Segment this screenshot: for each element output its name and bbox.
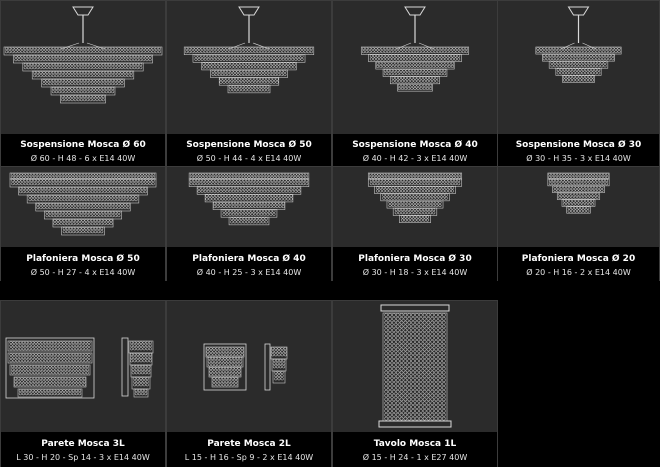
product-name: Tavolo Mosca 1L: [373, 439, 457, 449]
product-name: Sospensione Mosca Ø 40: [352, 140, 478, 150]
product-tile-tavolo-1l[interactable]: Tavolo Mosca 1L Ø 15 - H 24 - 1 x E27 40…: [332, 300, 498, 467]
product-name: Sospensione Mosca Ø 60: [20, 140, 146, 150]
product-tile-plafoniera-20[interactable]: Plafoniera Mosca Ø 20 Ø 20 - H 16 - 2 x …: [497, 166, 660, 281]
product-caption: Plafoniera Mosca Ø 50 Ø 50 - H 27 - 4 x …: [1, 247, 165, 281]
ceiling-lamp-icon: [188, 172, 310, 226]
product-spec: Ø 40 - H 42 - 3 x E14 40W: [362, 154, 468, 163]
product-name: Parete Mosca 3L: [41, 439, 125, 449]
product-caption: Plafoniera Mosca Ø 40 Ø 40 - H 25 - 3 x …: [167, 247, 331, 281]
ceiling-lamp-icon: [547, 172, 610, 214]
product-name: Sospensione Mosca Ø 50: [186, 140, 312, 150]
product-caption: Sospensione Mosca Ø 30 Ø 30 - H 35 - 3 x…: [498, 134, 659, 166]
product-name: Plafoniera Mosca Ø 50: [26, 254, 140, 264]
product-spec: L 30 - H 20 - Sp 14 - 3 x E14 40W: [16, 453, 150, 462]
product-tile-sospensione-60[interactable]: Sospensione Mosca Ø 60 Ø 60 - H 48 - 6 x…: [0, 0, 166, 166]
product-tile-parete-3l[interactable]: Parete Mosca 3L L 30 - H 20 - Sp 14 - 3 …: [0, 300, 166, 467]
product-caption: Plafoniera Mosca Ø 20 Ø 20 - H 16 - 2 x …: [498, 247, 659, 281]
product-caption: Sospensione Mosca Ø 40 Ø 40 - H 42 - 3 x…: [333, 134, 497, 166]
wall-lamp-icon: [5, 337, 154, 399]
product-tile-sospensione-40[interactable]: Sospensione Mosca Ø 40 Ø 40 - H 42 - 3 x…: [332, 0, 498, 166]
product-tile-parete-2l[interactable]: Parete Mosca 2L L 15 - H 16 - Sp 9 - 2 x…: [166, 300, 332, 467]
product-spec: Ø 50 - H 27 - 4 x E14 40W: [30, 268, 136, 277]
product-caption: Tavolo Mosca 1L Ø 15 - H 24 - 1 x E27 40…: [333, 432, 497, 467]
product-caption: Plafoniera Mosca Ø 30 Ø 30 - H 18 - 3 x …: [333, 247, 497, 281]
product-catalog-grid: Sospensione Mosca Ø 60 Ø 60 - H 48 - 6 x…: [0, 0, 660, 467]
product-spec: Ø 30 - H 35 - 3 x E14 40W: [526, 154, 631, 163]
product-name: Plafoniera Mosca Ø 40: [192, 254, 306, 264]
product-name: Sospensione Mosca Ø 30: [515, 140, 642, 150]
product-caption: Sospensione Mosca Ø 50 Ø 50 - H 44 - 4 x…: [167, 134, 331, 166]
product-spec: Ø 30 - H 18 - 3 x E14 40W: [362, 268, 468, 277]
product-tile-sospensione-50[interactable]: Sospensione Mosca Ø 50 Ø 50 - H 44 - 4 x…: [166, 0, 332, 166]
product-tile-sospensione-30[interactable]: Sospensione Mosca Ø 30 Ø 30 - H 35 - 3 x…: [497, 0, 660, 166]
product-caption: Parete Mosca 3L L 30 - H 20 - Sp 14 - 3 …: [1, 432, 165, 467]
product-caption: Sospensione Mosca Ø 60 Ø 60 - H 48 - 6 x…: [1, 134, 165, 166]
product-name: Plafoniera Mosca Ø 30: [358, 254, 472, 264]
product-tile-plafoniera-30[interactable]: Plafoniera Mosca Ø 30 Ø 30 - H 18 - 3 x …: [332, 166, 498, 281]
product-spec: Ø 50 - H 44 - 4 x E14 40W: [196, 154, 302, 163]
product-name: Plafoniera Mosca Ø 20: [521, 254, 636, 264]
suspension-chandelier-icon: [360, 6, 470, 92]
wall-lamp-icon: [203, 343, 288, 391]
product-spec: Ø 40 - H 25 - 3 x E14 40W: [196, 268, 302, 277]
suspension-chandelier-icon: [535, 6, 622, 83]
product-tile-plafoniera-40[interactable]: Plafoniera Mosca Ø 40 Ø 40 - H 25 - 3 x …: [166, 166, 332, 281]
product-spec: Ø 60 - H 48 - 6 x E14 40W: [30, 154, 136, 163]
product-spec: Ø 15 - H 24 - 1 x E27 40W: [362, 453, 468, 462]
table-lamp-icon: [378, 304, 452, 428]
product-spec: L 15 - H 16 - Sp 9 - 2 x E14 40W: [184, 453, 314, 462]
ceiling-lamp-icon: [367, 172, 463, 223]
product-name: Parete Mosca 2L: [207, 439, 291, 449]
product-spec: Ø 20 - H 16 - 2 x E14 40W: [526, 268, 631, 277]
suspension-chandelier-icon: [183, 6, 315, 94]
product-tile-plafoniera-50[interactable]: Plafoniera Mosca Ø 50 Ø 50 - H 27 - 4 x …: [0, 166, 166, 281]
ceiling-lamp-icon: [9, 172, 157, 236]
suspension-chandelier-icon: [3, 6, 163, 104]
product-caption: Parete Mosca 2L L 15 - H 16 - Sp 9 - 2 x…: [167, 432, 331, 467]
